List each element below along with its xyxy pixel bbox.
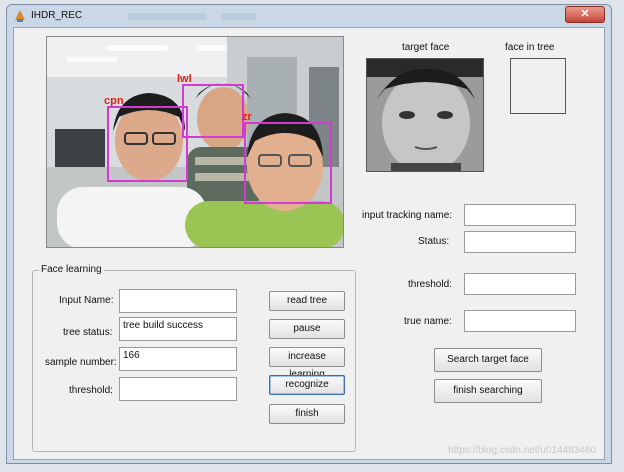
- input-name-label: Input Name:: [59, 295, 114, 306]
- title-blur: [127, 13, 207, 20]
- input-tracking-name-field[interactable]: [464, 204, 576, 226]
- input-tracking-name-label: input tracking name:: [362, 210, 453, 221]
- face-learning-group: Face learning Input Name: tree status: t…: [32, 264, 356, 452]
- watermark: https://blog.csdn.net/u014483460: [448, 445, 596, 456]
- window-title: IHDR_REC: [31, 10, 83, 21]
- learning-threshold-field[interactable]: [119, 377, 237, 401]
- increase-learning-button[interactable]: increase learning: [269, 347, 345, 380]
- right-threshold-label: threshold:: [408, 279, 452, 290]
- recognize-button[interactable]: recognize: [269, 375, 345, 395]
- finish-searching-button[interactable]: finish searching: [434, 379, 542, 403]
- target-face-photo: [367, 59, 483, 171]
- target-face-label: target face: [402, 42, 450, 53]
- status-label: Status:: [418, 236, 450, 247]
- title-blur: [221, 13, 257, 20]
- input-name-field[interactable]: [119, 289, 237, 313]
- face-in-tree-label: face in tree: [505, 42, 555, 53]
- right-threshold-field[interactable]: [464, 273, 576, 295]
- sample-number-field[interactable]: 166: [119, 347, 237, 371]
- search-target-face-button[interactable]: Search target face: [434, 348, 542, 372]
- face-in-tree-box: [510, 58, 566, 114]
- camera-frame: cpn lwl zr: [47, 37, 343, 247]
- app-icon: [15, 10, 25, 22]
- client-area: cpn lwl zr target face face in tree inpu…: [13, 27, 605, 460]
- target-face-image: [366, 58, 484, 172]
- finish-button[interactable]: finish: [269, 404, 345, 424]
- true-name-label: true name:: [404, 316, 452, 327]
- status-field[interactable]: [464, 231, 576, 253]
- true-name-field[interactable]: [464, 310, 576, 332]
- title-bar[interactable]: IHDR_REC ✕: [7, 5, 611, 27]
- face-learning-title: Face learning: [39, 264, 104, 275]
- pause-button[interactable]: pause: [269, 319, 345, 339]
- tree-status-label: tree status:: [63, 327, 113, 338]
- camera-view: cpn lwl zr: [46, 36, 344, 248]
- face-label: zr: [242, 111, 253, 123]
- close-button[interactable]: ✕: [565, 6, 605, 23]
- face-label: cpn: [104, 95, 124, 107]
- sample-number-label: sample number:: [45, 357, 117, 368]
- tree-status-field[interactable]: tree build success: [119, 317, 237, 341]
- face-label: lwl: [177, 73, 192, 85]
- app-window: IHDR_REC ✕ cpn lwl zr target face face i…: [6, 4, 612, 464]
- read-tree-button[interactable]: read tree: [269, 291, 345, 311]
- learning-threshold-label: threshold:: [69, 385, 113, 396]
